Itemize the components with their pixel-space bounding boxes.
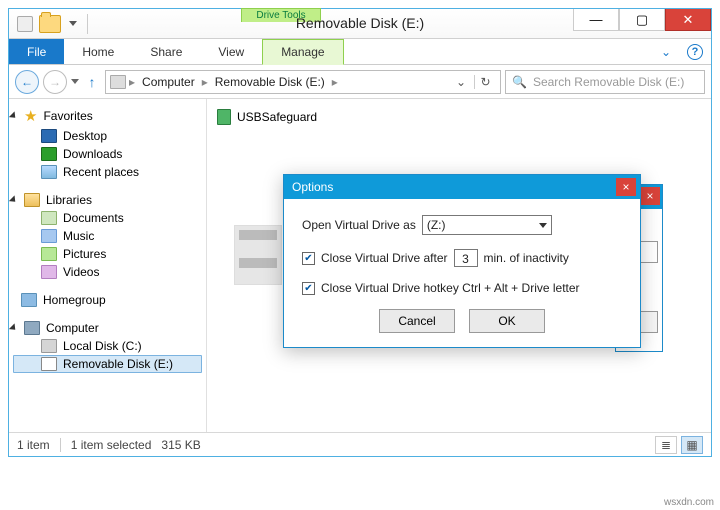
qat-dropdown-icon[interactable] [69, 21, 77, 26]
chevron-right-icon[interactable]: ▸ [201, 75, 209, 89]
drive-tools-label: Drive Tools [241, 8, 321, 22]
minimize-button[interactable]: — [573, 9, 619, 31]
disclosure-triangle-icon[interactable] [9, 195, 18, 204]
titlebar: Drive Tools Removable Disk (E:) — ▢ ✕ [9, 9, 711, 39]
sidebar-item-downloads[interactable]: Downloads [9, 145, 206, 163]
navigation-sidebar: ★Favorites Desktop Downloads Recent plac… [9, 99, 207, 432]
window-buttons: — ▢ ✕ [573, 9, 711, 31]
separator [87, 14, 88, 34]
drive-letter-select[interactable]: (Z:) [422, 215, 552, 235]
history-dropdown-icon[interactable] [71, 79, 79, 84]
tab-share[interactable]: Share [132, 39, 200, 64]
options-dialog: Options × Open Virtual Drive as (Z:) ✔ C… [283, 174, 641, 348]
recent-icon [41, 165, 57, 179]
minutes-input[interactable]: 3 [454, 249, 478, 267]
sidebar-item-music[interactable]: Music [9, 227, 206, 245]
up-button[interactable]: ↑ [83, 73, 101, 91]
libraries-icon [24, 193, 40, 207]
refresh-icon[interactable]: ↻ [474, 75, 496, 89]
tab-view[interactable]: View [200, 39, 262, 64]
sidebar-item-desktop[interactable]: Desktop [9, 127, 206, 145]
search-placeholder: Search Removable Disk (E:) [533, 75, 684, 89]
options-titlebar[interactable]: Options × [284, 175, 640, 199]
search-icon: 🔍 [512, 75, 527, 89]
help-icon[interactable]: ? [687, 44, 703, 60]
sidebar-item-removable-disk[interactable]: Removable Disk (E:) [13, 355, 202, 373]
expand-ribbon-icon[interactable]: ⌄ [653, 39, 679, 64]
sidebar-item-pictures[interactable]: Pictures [9, 245, 206, 263]
back-button[interactable]: ← [15, 70, 39, 94]
disclosure-triangle-icon[interactable] [9, 111, 18, 120]
address-bar[interactable]: ▸ Computer ▸ Removable Disk (E:) ▸ ⌄ ↻ [105, 70, 501, 94]
chevron-right-icon[interactable]: ▸ [128, 75, 136, 89]
folder-icon[interactable] [39, 15, 61, 33]
close-button[interactable]: ✕ [665, 9, 711, 31]
sidebar-libraries[interactable]: Libraries [9, 191, 206, 209]
drive-letter-value: (Z:) [427, 218, 446, 232]
sidebar-item-documents[interactable]: Documents [9, 209, 206, 227]
close-after-label-post: min. of inactivity [484, 251, 569, 265]
hotkey-label: Close Virtual Drive hotkey Ctrl + Alt + … [321, 281, 580, 295]
chevron-down-icon [539, 223, 547, 228]
quick-access-toolbar [9, 9, 100, 38]
maximize-button[interactable]: ▢ [619, 9, 665, 31]
chevron-right-icon[interactable]: ▸ [331, 75, 339, 89]
address-dropdown-icon[interactable]: ⌄ [450, 75, 472, 89]
application-icon [217, 109, 231, 125]
computer-icon [24, 321, 40, 335]
documents-icon [41, 211, 57, 225]
hotkey-checkbox[interactable]: ✔ [302, 282, 315, 295]
open-as-label: Open Virtual Drive as [302, 218, 416, 232]
disclosure-triangle-icon[interactable] [9, 323, 18, 332]
star-icon: ★ [24, 107, 37, 125]
status-size: 315 KB [161, 438, 200, 452]
close-icon[interactable]: × [640, 187, 660, 205]
properties-icon[interactable] [17, 16, 33, 32]
navigation-bar: ← → ↑ ▸ Computer ▸ Removable Disk (E:) ▸… [9, 65, 711, 99]
search-input[interactable]: 🔍 Search Removable Disk (E:) [505, 70, 705, 94]
tab-manage[interactable]: Manage [262, 39, 343, 65]
desktop-icon [41, 129, 57, 143]
icons-view-button[interactable]: ▦ [681, 436, 703, 454]
file-name: USBSafeguard [237, 110, 317, 124]
tab-file[interactable]: File [9, 39, 64, 64]
sidebar-item-recent[interactable]: Recent places [9, 163, 206, 181]
breadcrumb-computer[interactable]: Computer [138, 75, 199, 89]
close-icon[interactable]: × [616, 178, 636, 196]
details-view-button[interactable]: ≣ [655, 436, 677, 454]
breadcrumb-current[interactable]: Removable Disk (E:) [211, 75, 329, 89]
contextual-tab-header: Drive Tools [241, 8, 321, 22]
background-panel [234, 225, 282, 285]
sidebar-homegroup[interactable]: Homegroup [9, 291, 206, 309]
drive-icon [110, 75, 126, 89]
music-icon [41, 229, 57, 243]
watermark: wsxdn.com [664, 497, 714, 508]
videos-icon [41, 265, 57, 279]
homegroup-icon [21, 293, 37, 307]
ribbon-tabs: File Home Share View Manage ⌄ ? [9, 39, 711, 65]
sidebar-computer[interactable]: Computer [9, 319, 206, 337]
pictures-icon [41, 247, 57, 261]
status-bar: 1 item 1 item selected 315 KB ≣ ▦ [9, 432, 711, 456]
cancel-button[interactable]: Cancel [379, 309, 455, 333]
sidebar-item-videos[interactable]: Videos [9, 263, 206, 281]
downloads-icon [41, 147, 57, 161]
status-selection: 1 item selected [71, 438, 152, 452]
options-title: Options [292, 180, 333, 194]
close-after-checkbox[interactable]: ✔ [302, 252, 315, 265]
sidebar-favorites[interactable]: ★Favorites [9, 105, 206, 127]
sidebar-item-local-disk[interactable]: Local Disk (C:) [9, 337, 206, 355]
tab-home[interactable]: Home [64, 39, 132, 64]
close-after-label-pre: Close Virtual Drive after [321, 251, 448, 265]
file-item[interactable]: USBSafeguard [213, 107, 413, 127]
separator [60, 438, 61, 452]
hdd-icon [41, 339, 57, 353]
forward-button[interactable]: → [43, 70, 67, 94]
status-item-count: 1 item [17, 438, 50, 452]
usb-drive-icon [41, 357, 57, 371]
ok-button[interactable]: OK [469, 309, 545, 333]
